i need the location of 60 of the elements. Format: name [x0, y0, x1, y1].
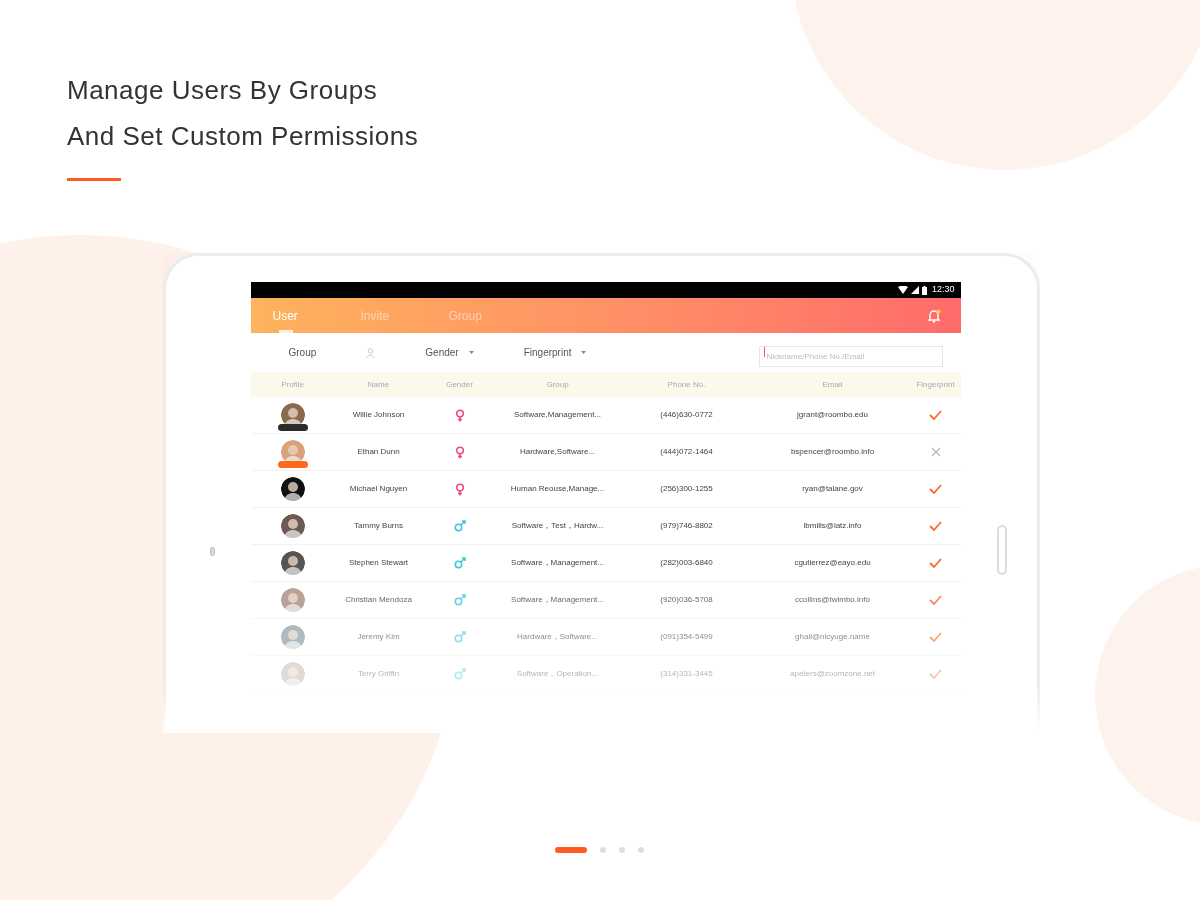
- table-cell-text: Software,Management...: [512, 409, 603, 421]
- table-cell-text: (920)036-5708: [659, 594, 714, 606]
- page-indicator[interactable]: [638, 847, 644, 853]
- filter-dropdown[interactable]: Fingerprint: [523, 345, 587, 360]
- table-cell-text: Jeremy Kim: [356, 631, 401, 643]
- table-cell-text: Hardware，Software...: [516, 631, 599, 643]
- page-indicator[interactable]: [600, 847, 606, 853]
- camera-icon: [210, 547, 215, 556]
- table-cell-text: (444)072-1464: [659, 446, 714, 458]
- table-cell-text: Software，Management...: [510, 594, 605, 606]
- table-cell-text: Software，Management...: [510, 557, 605, 569]
- tab-underline: [278, 330, 293, 333]
- table-cell-text: apeters@zoomzone.net: [789, 668, 877, 680]
- table-cell-text: Tammy Burns: [353, 520, 404, 532]
- table-cell-text: cgutierrez@eayo.edu: [793, 557, 872, 569]
- column-header: Profile: [280, 378, 305, 391]
- accent-line: [67, 178, 121, 181]
- table-cell-text: Hardware,Software...: [518, 446, 597, 458]
- table-cell-text: Ethan Dunn: [356, 446, 401, 458]
- filter-dropdown[interactable]: Gender: [425, 345, 474, 360]
- table-cell-text: (979)746-8802: [659, 520, 714, 532]
- table-cell-text: (256)300-1255: [659, 483, 714, 495]
- caret-icon: [581, 351, 587, 354]
- table-cell-text: (446)630-0772: [659, 409, 714, 421]
- battery-icon: [922, 285, 927, 295]
- signal-icon: [911, 286, 919, 294]
- status-time: 12:30: [932, 283, 955, 297]
- table-cell-text: Software，Test，Hardw...: [510, 520, 605, 532]
- page-indicator[interactable]: [555, 847, 587, 853]
- table-cell-text: (282)003-6840: [659, 557, 714, 569]
- column-header: Gender: [445, 378, 474, 391]
- table-cell-text: ccollins@twimbo.info: [794, 594, 871, 606]
- table-cell-text: Stephen Stewart: [347, 557, 410, 569]
- caret-icon: [468, 351, 474, 354]
- bell-icon[interactable]: [926, 308, 941, 323]
- text-cursor: [763, 347, 765, 357]
- table-cell-text: bspencer@roombo.info: [789, 446, 876, 458]
- table-cell-text: Michael Nguyen: [348, 483, 409, 495]
- column-header: Group: [545, 378, 570, 391]
- search-field[interactable]: Nickname/Phone No./Email: [758, 346, 943, 367]
- column-header: Fingerprint: [915, 378, 956, 391]
- table-cell-text: ryan@talane.gov: [801, 483, 864, 495]
- table-cell-text: Willie Johnson: [351, 409, 406, 421]
- column-header: Email: [821, 378, 844, 391]
- column-header: Phone No.: [666, 378, 707, 391]
- table-cell-text: Terry Griffin: [356, 668, 401, 680]
- table-cell-text: lbmills@latz.info: [802, 520, 863, 532]
- wifi-icon: [898, 286, 908, 294]
- column-header: Name: [366, 378, 391, 391]
- table-cell-text: Christian Mendoza: [344, 594, 413, 606]
- table-cell-text: (091)354-5499: [659, 631, 714, 643]
- table-cell-text: jgrant@roombo.edu: [796, 409, 869, 421]
- headline: Manage Users By Groups: [67, 74, 379, 106]
- table-cell-text: ghall@nicyuge.name: [794, 631, 871, 643]
- table-cell-text: Human Reouse,Manage...: [509, 483, 606, 495]
- person-icon: [366, 347, 376, 358]
- table-cell-text: (314)331-3445: [659, 668, 714, 680]
- page-indicator[interactable]: [619, 847, 625, 853]
- headline: And Set Custom Permissions: [67, 120, 419, 152]
- filter-dropdown[interactable]: Group: [288, 345, 376, 360]
